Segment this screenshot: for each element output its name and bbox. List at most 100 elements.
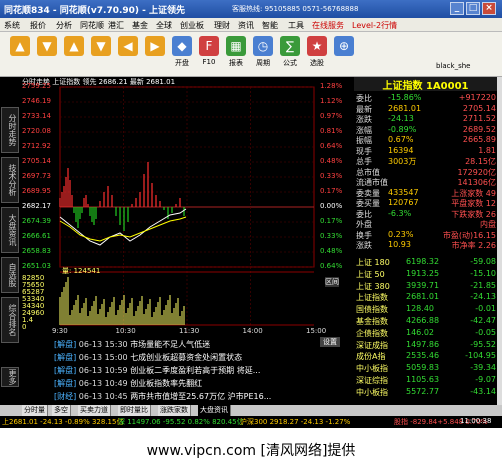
quote-value-2: 下跌家数 26 — [451, 209, 496, 219]
menu-fund[interactable]: 基金 — [132, 20, 148, 31]
quote-key: 外盘 — [356, 220, 372, 229]
menu-system[interactable]: 系统 — [4, 20, 20, 31]
news-item[interactable]: [解盘] 06-13 15:30 市场量能不足人气低迷 — [54, 339, 210, 350]
index-row[interactable]: 基金指数 4266.88 -42.47 — [356, 316, 498, 328]
tab-more[interactable]: 更多 — [1, 367, 19, 387]
menu-level2[interactable]: Level-2行情 — [352, 20, 397, 31]
index-row[interactable]: 中小板指 5059.83 -39.34 — [356, 363, 498, 375]
toolbar-icon-1: ▼ — [37, 36, 57, 56]
index-row[interactable]: 上证 180 6198.32 -59.08 — [356, 257, 498, 269]
minimize-button[interactable]: _ — [450, 2, 464, 15]
index-value: 1105.63 — [406, 375, 440, 384]
intraday-chart[interactable] — [20, 77, 354, 335]
quote-value-2: 市盈(动)16.15 — [442, 230, 496, 240]
news-tag: [财经] — [54, 392, 79, 401]
btab-volume[interactable]: 分时量 — [22, 405, 48, 416]
toolbar-button-10[interactable]: ∑ 公式 — [278, 34, 302, 74]
index-row[interactable]: 上证 50 1913.25 -15.10 — [356, 269, 498, 281]
toolbar-button-0[interactable]: ▲ — [8, 34, 32, 74]
index-row[interactable]: 成份A指 2535.46 -104.95 — [356, 351, 498, 363]
menu-quote[interactable]: 报价 — [30, 20, 46, 31]
index-row[interactable]: 上证 380 3939.71 -21.85 — [356, 281, 498, 293]
index-row[interactable]: 企债指数 146.02 -0.05 — [356, 328, 498, 340]
menu-tools[interactable]: 工具 — [288, 20, 304, 31]
news-tag: [解盘] — [54, 366, 79, 375]
quote-row: 涨跌 10.93 市净率 2.26 — [356, 240, 498, 252]
time-tick: 11:30 — [179, 327, 200, 335]
index-name: 中小板指 — [356, 364, 388, 374]
quote-value-2: 172920亿 — [457, 167, 496, 177]
toolbar-button-4[interactable]: ◀ — [116, 34, 140, 74]
quote-value: 0.67% — [388, 135, 414, 144]
index-row[interactable]: 上证指数 2681.01 -24.13 — [356, 292, 498, 304]
news-item[interactable]: [解盘] 06-13 10:49 创业板指数率先翻红 — [54, 378, 202, 389]
index-value: 6198.32 — [406, 257, 440, 266]
range-tab[interactable]: 区间 — [325, 277, 339, 287]
menu-gem[interactable]: 创业板 — [180, 20, 204, 31]
toolbar-button-3[interactable]: ▼ — [89, 34, 113, 74]
index-row[interactable]: 国债指数 128.40 -0.01 — [356, 304, 498, 316]
tab-market-news[interactable]: 大盘资讯 — [1, 207, 19, 253]
pct-tick: 1.12% — [320, 97, 343, 105]
tab-watchlist[interactable]: 自选股 — [1, 257, 19, 293]
quote-key: 现手 — [356, 146, 372, 156]
quote-key: 委卖量 — [356, 188, 380, 198]
toolbar-button-6[interactable]: ◆ 开盘 — [170, 34, 194, 74]
news-settings-button[interactable]: 设置 — [320, 337, 340, 347]
price-tick: 2705.14 — [22, 157, 51, 165]
intraday-chart-panel[interactable]: 分时走势 上证指数 领先 2686.21 最新 2681.01 2759.25 1… — [20, 77, 354, 335]
news-item[interactable]: [解盘] 06-13 15:00 七成创业板超募资金处闲置状态 — [54, 352, 242, 363]
btab-news[interactable]: 大盘资讯 — [198, 405, 231, 416]
quote-value-2: 内盘 — [480, 220, 496, 229]
quote-value: -15.86% — [388, 93, 422, 102]
index-change: -39.34 — [470, 363, 496, 373]
quote-value: 0.23% — [388, 229, 414, 239]
index-name: 国债指数 — [356, 305, 388, 315]
news-item[interactable]: [财经] 06-13 10:45 两市共市值增至25.67万亿 沪市PE16..… — [54, 391, 271, 402]
index-name: 中小板指 — [356, 387, 388, 397]
btab-updown[interactable]: 涨跌家数 — [158, 405, 191, 416]
news-tag: [解盘] — [54, 379, 79, 388]
toolbar-button-2[interactable]: ▲ — [62, 34, 86, 74]
btab-longshort[interactable]: 多空 — [52, 405, 71, 416]
quote-value: 433547 — [388, 187, 419, 197]
quote-value-2: 1.81 — [478, 145, 496, 155]
ticker-shanghai: 上2681.01 -24.13 -0.89% 328.15亿 — [2, 418, 124, 426]
index-row[interactable]: 深证成指 1497.86 -95.52 — [356, 340, 498, 352]
right-scrollbar[interactable] — [497, 77, 502, 405]
btab-ratio[interactable]: 即时量比 — [118, 405, 151, 416]
toolbar-button-9[interactable]: ◷ 周期 — [251, 34, 275, 74]
ticker-csi300: 沪深300 2918.27 -24.13 -1.27% — [240, 418, 351, 426]
menu-analysis[interactable]: 分析 — [56, 20, 72, 31]
news-item[interactable]: [解盘] 06-13 10:59 创业板二季度盈利若高于预期 将延... — [54, 365, 260, 376]
menu-global[interactable]: 全球 — [156, 20, 172, 31]
maximize-button[interactable]: □ — [466, 2, 480, 15]
menu-news[interactable]: 资讯 — [238, 20, 254, 31]
index-change: -104.95 — [465, 351, 496, 361]
toolbar-button-1[interactable]: ▼ — [35, 34, 59, 74]
toolbar-button-5[interactable]: ▶ — [143, 34, 167, 74]
toolbar-button-12[interactable]: ⊕ — [332, 34, 356, 74]
price-tick: 2733.14 — [22, 112, 51, 120]
quote-key: 涨跌 — [356, 115, 372, 124]
index-row[interactable]: 深证综指 1105.63 -9.07 — [356, 375, 498, 387]
toolbar-button-11[interactable]: ★ 选股 — [305, 34, 329, 74]
index-title: 上证指数 1A0001 — [354, 77, 497, 92]
menu-online-service[interactable]: 在线服务 — [312, 20, 344, 31]
toolbar-button-7[interactable]: F F10 — [197, 34, 221, 74]
quote-value-2: 141306亿 — [457, 178, 496, 187]
tab-intraday[interactable]: 分时走势 — [1, 107, 19, 153]
tab-ranking[interactable]: 综合排名 — [1, 297, 19, 343]
tab-technical[interactable]: 技术分析 — [1, 157, 19, 203]
index-row[interactable]: 中小板指 5572.77 -43.14 — [356, 387, 498, 399]
menu-hk[interactable]: 港汇 — [108, 20, 124, 31]
close-button[interactable]: × — [482, 2, 496, 15]
menu-smart[interactable]: 智能 — [262, 20, 278, 31]
btab-force[interactable]: 买卖力道 — [78, 405, 111, 416]
menu-ths[interactable]: 同花顺 — [80, 20, 104, 31]
menu-finance[interactable]: 理财 — [214, 20, 230, 31]
username-label: black_she — [436, 62, 471, 70]
index-change: -0.01 — [475, 304, 496, 314]
index-change: -9.07 — [475, 375, 496, 384]
toolbar-button-8[interactable]: ▦ 报表 — [224, 34, 248, 74]
